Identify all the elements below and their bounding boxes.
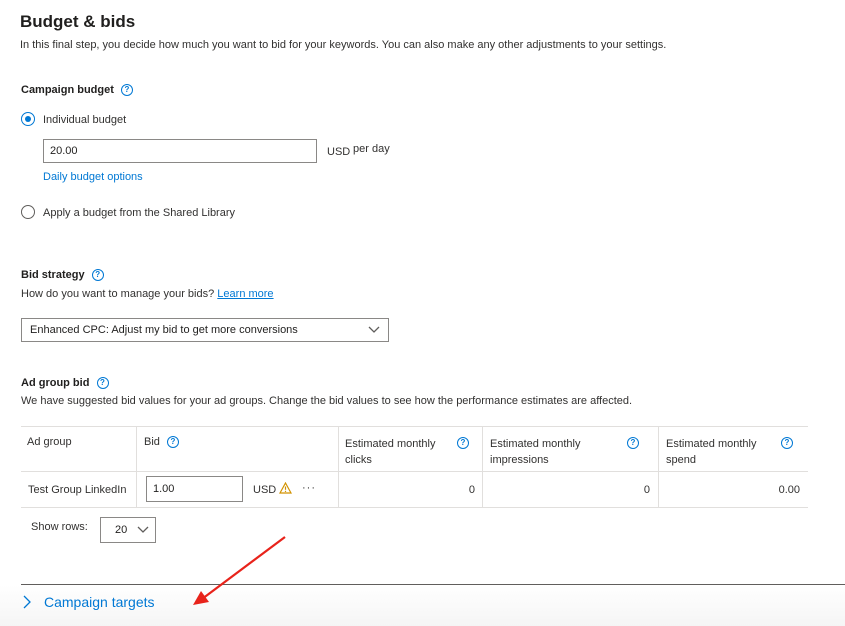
- help-icon[interactable]: ?: [457, 437, 469, 449]
- help-icon[interactable]: ?: [91, 269, 104, 282]
- help-icon[interactable]: ?: [166, 436, 179, 449]
- table-row-border: [21, 507, 808, 508]
- campaign-budget-heading: Campaign budget ?: [21, 84, 133, 97]
- annotation-arrow-icon: [193, 536, 286, 605]
- spend-value: 0.00: [778, 484, 800, 496]
- bid-input[interactable]: 1.00: [146, 476, 243, 502]
- bid-strategy-question: How do you want to manage your bids?: [21, 288, 215, 300]
- bid-strategy-selected: Enhanced CPC: Adjust my bid to get more …: [30, 324, 298, 336]
- help-icon[interactable]: ?: [96, 377, 109, 390]
- ad-group-bid-description: We have suggested bid values for your ad…: [21, 395, 633, 407]
- learn-more-link[interactable]: Learn more: [217, 288, 273, 300]
- chevron-down-icon: [137, 526, 149, 533]
- bid-strategy-question-row: How do you want to manage your bids? Lea…: [21, 288, 274, 300]
- campaign-budget-label: Campaign budget: [21, 84, 114, 96]
- help-icon[interactable]: ?: [120, 84, 133, 97]
- table-divider: [338, 426, 339, 507]
- table-top-border: [21, 426, 808, 427]
- chevron-right-icon[interactable]: [23, 595, 31, 609]
- table-divider: [658, 426, 659, 507]
- column-header-clicks[interactable]: Estimated monthly clicks: [345, 436, 445, 468]
- column-header-impressions[interactable]: Estimated monthly impressions: [490, 436, 600, 468]
- ad-group-name[interactable]: Test Group LinkedIn: [28, 484, 126, 496]
- table-header-border: [21, 471, 808, 472]
- bid-currency: USD: [253, 484, 277, 496]
- more-options-icon[interactable]: ···: [302, 482, 316, 494]
- daily-budget-options-link[interactable]: Daily budget options: [43, 171, 143, 183]
- help-icon[interactable]: ?: [781, 437, 793, 449]
- bid-strategy-label: Bid strategy: [21, 269, 85, 281]
- individual-budget-label: Individual budget: [43, 114, 127, 126]
- page-title: Budget & bids: [20, 12, 136, 31]
- column-header-bid-row: Bid ?: [144, 436, 179, 449]
- clicks-value: 0: [468, 484, 475, 496]
- campaign-targets-link[interactable]: Campaign targets: [44, 594, 155, 610]
- show-rows-value: 20: [115, 524, 128, 536]
- chevron-down-icon: [368, 326, 380, 333]
- budget-currency: USD: [327, 146, 351, 158]
- column-header-spend[interactable]: Estimated monthly spend: [666, 436, 766, 468]
- shared-library-radio[interactable]: [21, 205, 35, 219]
- bid-strategy-heading: Bid strategy ?: [21, 269, 104, 282]
- column-header-bid[interactable]: Bid: [144, 436, 160, 448]
- page-description: In this final step, you decide how much …: [20, 39, 667, 51]
- column-header-ad-group[interactable]: Ad group: [27, 436, 72, 448]
- individual-budget-radio[interactable]: [21, 112, 35, 126]
- budget-period: per day: [353, 143, 390, 155]
- show-rows-label: Show rows:: [31, 521, 88, 533]
- budget-amount-input[interactable]: 20.00: [43, 139, 317, 163]
- ad-group-bid-heading: Ad group bid ?: [21, 377, 109, 390]
- ad-group-bid-label: Ad group bid: [21, 377, 90, 389]
- impressions-value: 0: [643, 484, 650, 496]
- warning-icon[interactable]: [279, 482, 292, 494]
- shared-library-label: Apply a budget from the Shared Library: [43, 207, 236, 219]
- help-icon[interactable]: ?: [627, 437, 639, 449]
- show-rows-dropdown[interactable]: 20: [100, 517, 156, 543]
- table-divider: [482, 426, 483, 507]
- bid-strategy-dropdown[interactable]: Enhanced CPC: Adjust my bid to get more …: [21, 318, 389, 342]
- table-divider: [136, 426, 137, 507]
